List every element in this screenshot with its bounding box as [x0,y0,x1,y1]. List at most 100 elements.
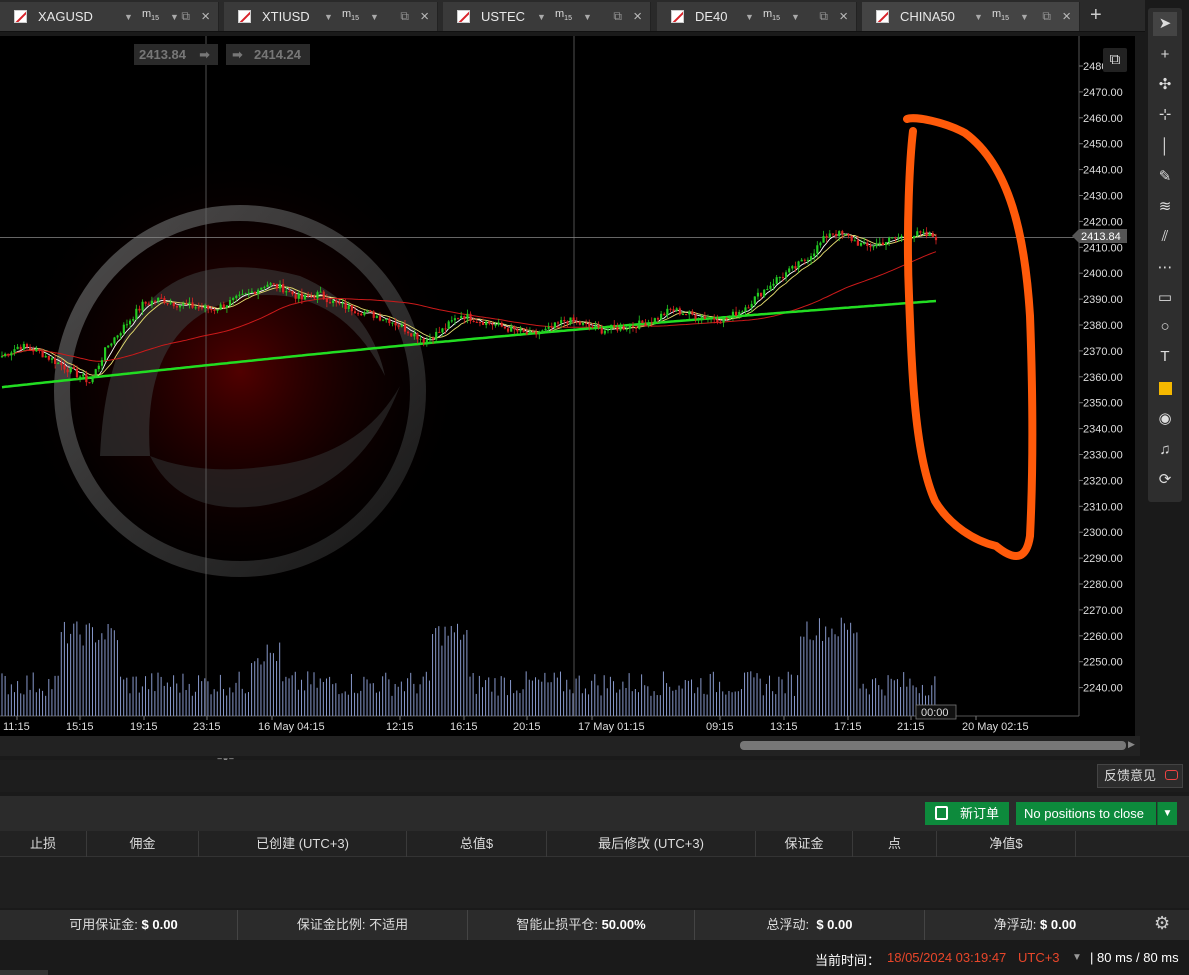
zoom-icon[interactable]: ⊹ [1153,103,1177,127]
timeframe-selector[interactable]: m15 [763,8,791,23]
chevron-down-icon[interactable]: ▼ [1020,12,1029,22]
replay-icon[interactable]: ⟳ [1153,468,1177,492]
chevron-down-icon[interactable]: ▼ [974,12,986,22]
crosshair-icon[interactable]: + [1153,43,1177,67]
close-icon[interactable]: × [633,8,642,25]
timeframe-selector[interactable]: m15 [342,8,370,23]
candle-body [107,345,110,348]
candle-body [875,243,878,247]
price-tick-label: 2440.00 [1083,165,1123,177]
candle-body [610,324,613,330]
close-icon[interactable]: × [201,8,210,25]
tab-xtiusd[interactable]: XTIUSD ▼ m15 ▼ ⧉ × [224,2,438,31]
popout-icon[interactable]: ⧉ [181,9,190,24]
candle-body [125,324,129,326]
timeframe-selector[interactable]: m15 [992,8,1020,23]
candle-body [122,324,125,334]
candle-body [813,253,816,257]
candle-body [207,305,210,310]
vertical-line-icon[interactable]: │ [1153,135,1177,159]
candle-body [22,344,25,350]
scroll-right-icon[interactable]: ▶ [1128,739,1135,750]
candle-body [119,333,122,336]
cross-arrows-icon[interactable]: ✣ [1153,73,1177,97]
alert-bell-icon[interactable]: ♫ [1153,438,1177,462]
chevron-down-icon[interactable]: ▼ [170,12,179,22]
candle-body [257,289,260,294]
add-tab-icon[interactable]: + [1090,4,1102,27]
candle-body [253,291,257,294]
price-chart[interactable]: 2480.002470.002460.002450.002440.002430.… [0,36,1135,736]
candle-body [435,331,438,340]
candle-body [841,231,844,235]
col-created[interactable]: 已创建 (UTC+3) [199,831,407,857]
feedback-button[interactable]: 反馈意见 [1097,764,1183,788]
ask-price-button[interactable]: ➡ 2414.24 [226,44,310,65]
camera-icon[interactable]: ◉ [1153,407,1177,431]
col-modified[interactable]: 最后修改 (UTC+3) [547,831,756,857]
price-tick-label: 2330.00 [1083,450,1123,462]
candle-body [759,292,763,297]
gear-icon[interactable]: ⚙ [1154,913,1170,934]
scrollbar-thumb[interactable] [740,741,1126,750]
popout-icon[interactable]: ⧉ [613,9,622,24]
timezone-selector[interactable]: UTC+3 [1018,950,1060,965]
rectangle-icon[interactable]: ▭ [1153,286,1177,310]
tab-xagusd[interactable]: XAGUSD ▼ m15 ▼ ⧉ × [0,2,219,31]
text-icon[interactable]: T [1153,345,1177,369]
candle-body [47,355,50,360]
chevron-down-icon[interactable]: ▼ [583,12,592,22]
pen-icon[interactable]: ✎ [1153,165,1177,189]
col-stop-loss[interactable]: 止损 [0,831,87,857]
external-window-icon[interactable]: ⧉ [1103,48,1127,72]
chevron-down-icon[interactable]: ▼ [745,12,757,22]
candle-body [647,322,650,326]
col-margin[interactable]: 保证金 [756,831,853,857]
chevron-down-icon[interactable]: ▼ [537,12,549,22]
cursor-icon[interactable]: ➤ [1153,12,1177,36]
chevron-down-icon[interactable]: ▼ [791,12,800,22]
tab-de40[interactable]: DE40 ▼ m15 ▼ ⧉ × [657,2,857,31]
candle-body [57,362,60,365]
candle-body [850,235,853,241]
net-floating: 净浮动: $ 0.00 [993,917,1077,932]
candle-body [856,240,859,246]
col-pips[interactable]: 点 [853,831,937,857]
col-gross[interactable]: 总值$ [407,831,547,857]
time-tick-label: 16:15 [450,721,478,733]
color-swatch-icon[interactable] [1153,376,1177,400]
candle-body [147,303,150,305]
bid-price-button[interactable]: 2413.84 ➡ [134,44,218,65]
popout-icon[interactable]: ⧉ [819,9,828,24]
chevron-down-icon[interactable]: ▼ [1157,802,1177,825]
candle-body [756,292,760,297]
timeframe-selector[interactable]: m15 [555,8,583,23]
tab-ustec[interactable]: USTEC ▼ m15 ▼ ⧉ × [443,2,651,31]
popout-icon[interactable]: ⧉ [1042,9,1051,24]
chevron-down-icon[interactable]: ▼ [324,12,336,22]
close-icon[interactable]: × [839,8,848,25]
candle-body [244,293,247,295]
candle-body [831,233,835,235]
tab-china50[interactable]: CHINA50 ▼ m15 ▼ ⧉ × [862,2,1080,31]
chevron-down-icon[interactable]: ▼ [1072,952,1082,963]
chevron-down-icon[interactable]: ▼ [124,12,136,22]
candle-body [300,293,303,300]
fibonacci-icon[interactable]: ≋ [1153,195,1177,219]
close-icon[interactable]: × [420,8,429,25]
col-commission[interactable]: 佣金 [87,831,199,857]
chart-canvas[interactable]: 2480.002470.002460.002450.002440.002430.… [0,36,1135,736]
channel-icon[interactable]: ⫽ [1153,225,1177,249]
timeframe-selector[interactable]: m15 [142,8,170,23]
candle-body [766,288,769,290]
popout-icon[interactable]: ⧉ [400,9,409,24]
new-order-button[interactable]: 新订单 [925,802,1009,825]
close-positions-button[interactable]: No positions to close [1016,802,1156,825]
col-net[interactable]: 净值$ [937,831,1076,857]
candle-body [385,318,388,320]
chart-scrollbar[interactable]: ▶ [0,736,1140,756]
close-icon[interactable]: × [1062,8,1071,25]
grid-icon[interactable]: ⋯ [1153,256,1177,280]
circle-icon[interactable]: ○ [1153,315,1177,339]
chevron-down-icon[interactable]: ▼ [370,12,379,22]
